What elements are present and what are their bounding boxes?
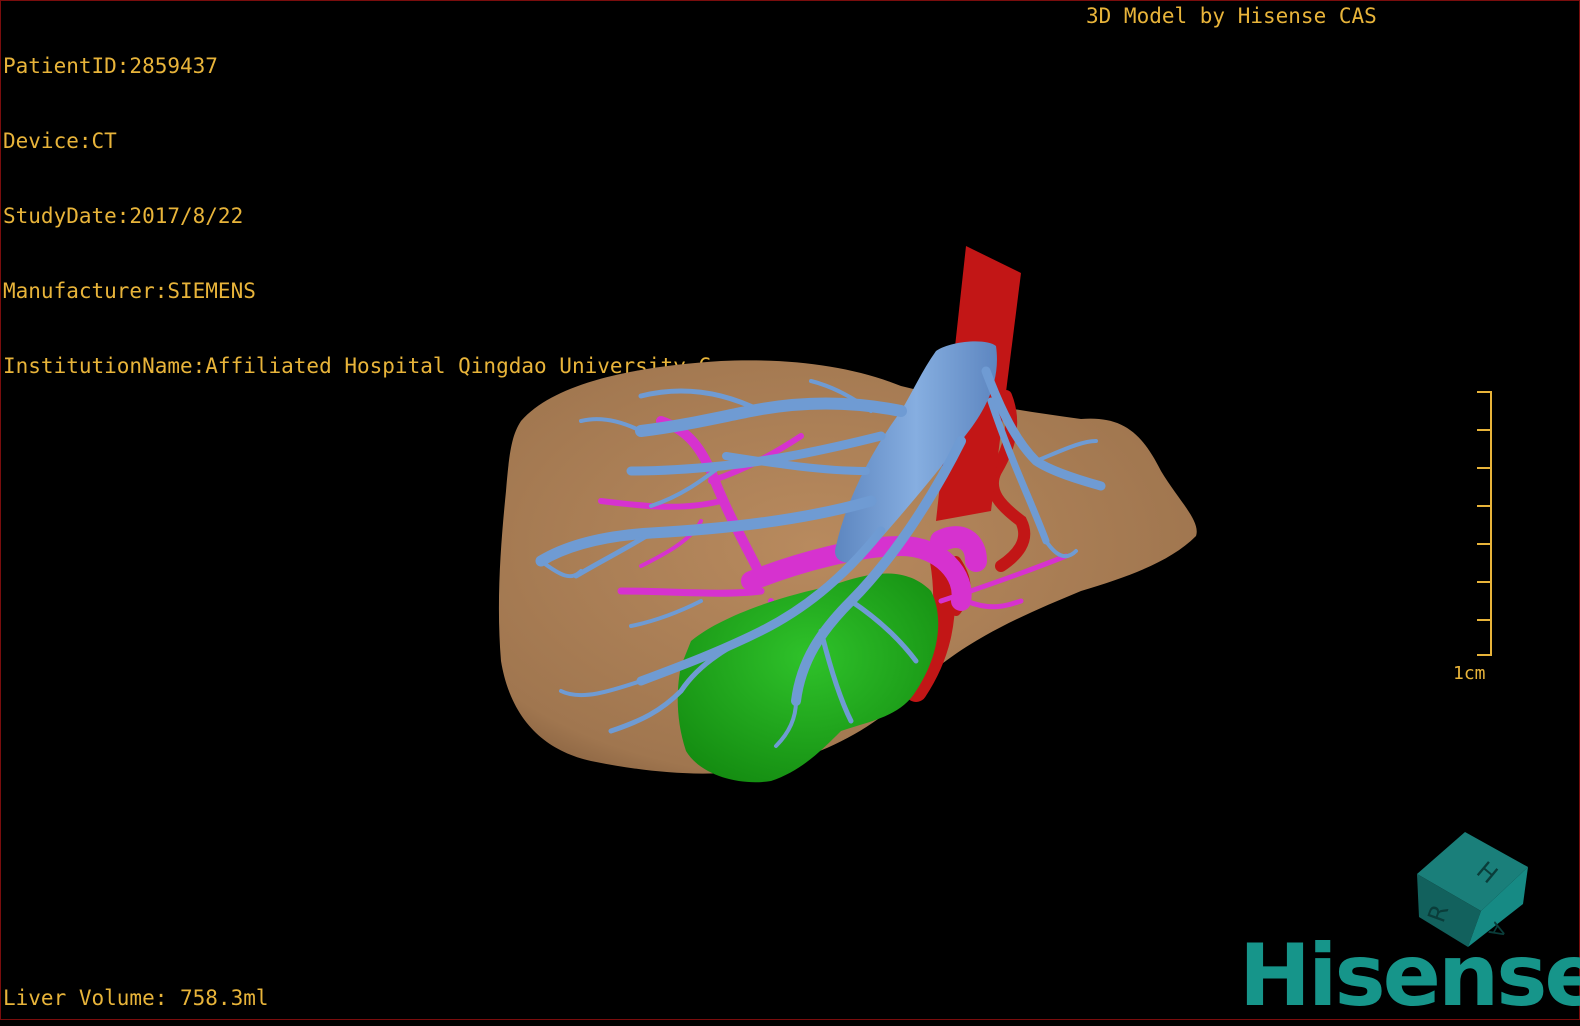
scale-bar-label: 1cm: [1453, 663, 1486, 684]
3d-viewport[interactable]: PatientID:2859437 Device:CT StudyDate:20…: [0, 0, 1580, 1020]
liver-3d-model[interactable]: [1, 1, 1579, 1019]
scale-bar: [1477, 391, 1492, 656]
liver-volume-text: Liver Volume: 758.3ml: [3, 986, 269, 1010]
hisense-logo: Hisense: [1239, 926, 1580, 1026]
